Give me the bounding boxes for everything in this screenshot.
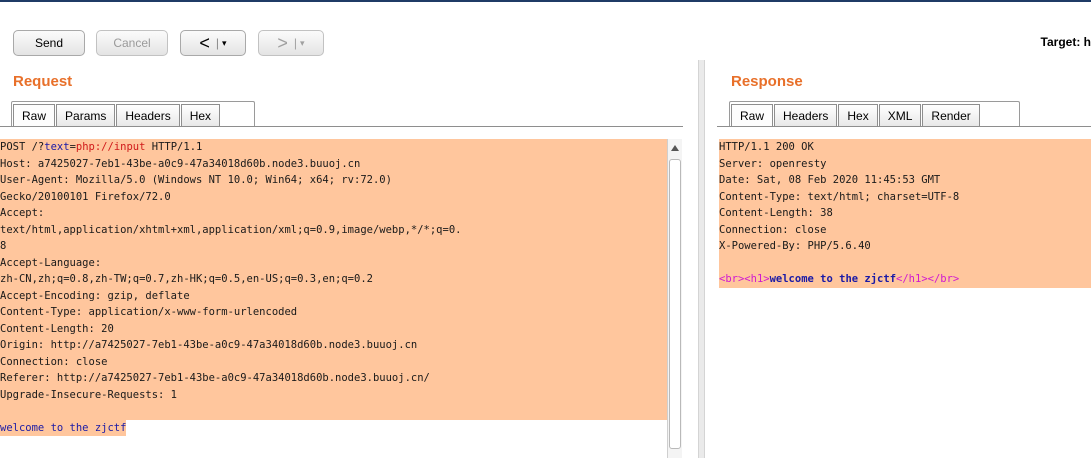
tag-h1-open: <h1> bbox=[744, 273, 770, 285]
request-param-name: text bbox=[44, 141, 70, 153]
scroll-up-icon[interactable] bbox=[671, 145, 679, 151]
response-header-line: HTTP/1.1 200 OK bbox=[719, 139, 1091, 156]
panel-splitter[interactable] bbox=[698, 60, 705, 458]
request-tab-hex[interactable]: Hex bbox=[180, 104, 221, 126]
request-path-prefix: /? bbox=[31, 141, 45, 153]
request-title: Request bbox=[13, 73, 73, 90]
response-header-line: Date: Sat, 08 Feb 2020 11:45:53 GMT bbox=[719, 172, 1091, 189]
response-header-line: Content-Length: 38 bbox=[719, 205, 1091, 222]
response-blank-line bbox=[719, 254, 1091, 271]
target-label[interactable]: Target: h bbox=[1041, 35, 1091, 49]
request-tabs: Raw Params Headers Hex bbox=[13, 104, 221, 126]
forward-separator: | bbox=[293, 36, 298, 50]
request-header-line: Accept-Encoding: gzip, deflate bbox=[0, 287, 667, 304]
request-body-text: welcome to the zjctf bbox=[0, 421, 127, 434]
request-editor[interactable]: POST /?text=php://input HTTP/1.1 Host: a… bbox=[0, 139, 667, 436]
send-button-label: Send bbox=[34, 36, 64, 50]
request-header-line: Connection: close bbox=[0, 353, 667, 370]
cancel-button[interactable]: Cancel bbox=[96, 30, 168, 56]
response-header-line: Content-Type: text/html; charset=UTF-8 bbox=[719, 188, 1091, 205]
request-header-line: Content-Length: 20 bbox=[0, 320, 667, 337]
request-header-line: Referer: http://a7425027-7eb1-43be-a0c9-… bbox=[0, 370, 667, 387]
toolbar: Send Cancel < | ▾ > | ▾ Target: h bbox=[0, 2, 1091, 60]
response-editor[interactable]: HTTP/1.1 200 OK Server: openresty Date: … bbox=[719, 139, 1091, 288]
request-tab-headers[interactable]: Headers bbox=[116, 104, 180, 126]
response-header-line: X-Powered-By: PHP/5.6.40 bbox=[719, 238, 1091, 255]
request-header-line: User-Agent: Mozilla/5.0 (Windows NT 10.0… bbox=[0, 172, 667, 189]
request-header-line: 8 bbox=[0, 238, 667, 255]
send-button[interactable]: Send bbox=[13, 30, 85, 56]
response-tab-render[interactable]: Render bbox=[922, 104, 980, 126]
forward-dropdown-icon[interactable]: ▾ bbox=[300, 38, 305, 49]
back-dropdown-icon[interactable]: ▾ bbox=[222, 38, 227, 49]
request-header-line: text/html,application/xhtml+xml,applicat… bbox=[0, 221, 667, 238]
tag-br-close: </br> bbox=[927, 273, 960, 285]
response-tab-hex[interactable]: Hex bbox=[838, 104, 878, 126]
response-tab-xml[interactable]: XML bbox=[878, 104, 922, 126]
request-body: welcome to the zjctf bbox=[0, 419, 127, 436]
tag-h1-close: </h1> bbox=[896, 273, 928, 285]
forward-arrow-icon: > bbox=[277, 33, 288, 53]
request-header-line: Accept-Language: bbox=[0, 254, 667, 271]
request-header-line: Content-Type: application/x-www-form-url… bbox=[0, 304, 667, 321]
response-tab-raw[interactable]: Raw bbox=[731, 104, 774, 126]
request-protocol: HTTP/1.1 bbox=[145, 141, 203, 153]
request-header-line: zh-CN,zh;q=0.8,zh-TW;q=0.7,zh-HK;q=0.5,e… bbox=[0, 271, 667, 288]
forward-button[interactable]: > | ▾ bbox=[258, 30, 324, 56]
request-header-line: Accept: bbox=[0, 205, 667, 222]
response-body: <br><h1>welcome to the zjctf</h1></br> bbox=[719, 271, 1091, 288]
request-header-line: Host: a7425027-7eb1-43be-a0c9-47a34018d6… bbox=[0, 155, 667, 172]
request-scrollbar[interactable] bbox=[667, 139, 682, 458]
request-header-line: Gecko/20100101 Firefox/72.0 bbox=[0, 188, 667, 205]
request-line-1: POST /?text=php://input HTTP/1.1 bbox=[0, 139, 667, 156]
scrollbar-thumb[interactable] bbox=[669, 159, 681, 449]
response-tabs: Raw Headers Hex XML Render bbox=[731, 104, 981, 126]
request-tab-params[interactable]: Params bbox=[56, 104, 116, 126]
request-tab-underline bbox=[0, 126, 683, 127]
response-tab-headers[interactable]: Headers bbox=[774, 104, 838, 126]
tag-br-open: <br> bbox=[719, 273, 745, 285]
request-header-line: Origin: http://a7425027-7eb1-43be-a0c9-4… bbox=[0, 337, 667, 354]
request-blank-line bbox=[0, 403, 667, 420]
request-tab-raw[interactable]: Raw bbox=[13, 104, 56, 126]
request-param-value: php://input bbox=[75, 141, 146, 153]
request-method: POST bbox=[0, 141, 32, 153]
response-header-line: Connection: close bbox=[719, 221, 1091, 238]
back-button[interactable]: < | ▾ bbox=[180, 30, 246, 56]
response-title: Response bbox=[731, 73, 803, 90]
cancel-button-label: Cancel bbox=[113, 36, 151, 50]
response-header-line: Server: openresty bbox=[719, 155, 1091, 172]
back-arrow-icon: < bbox=[199, 33, 210, 53]
request-header-line: Upgrade-Insecure-Requests: 1 bbox=[0, 386, 667, 403]
response-body-text: welcome to the zjctf bbox=[769, 273, 897, 285]
response-tab-underline bbox=[717, 126, 1091, 127]
back-separator: | bbox=[215, 36, 220, 50]
